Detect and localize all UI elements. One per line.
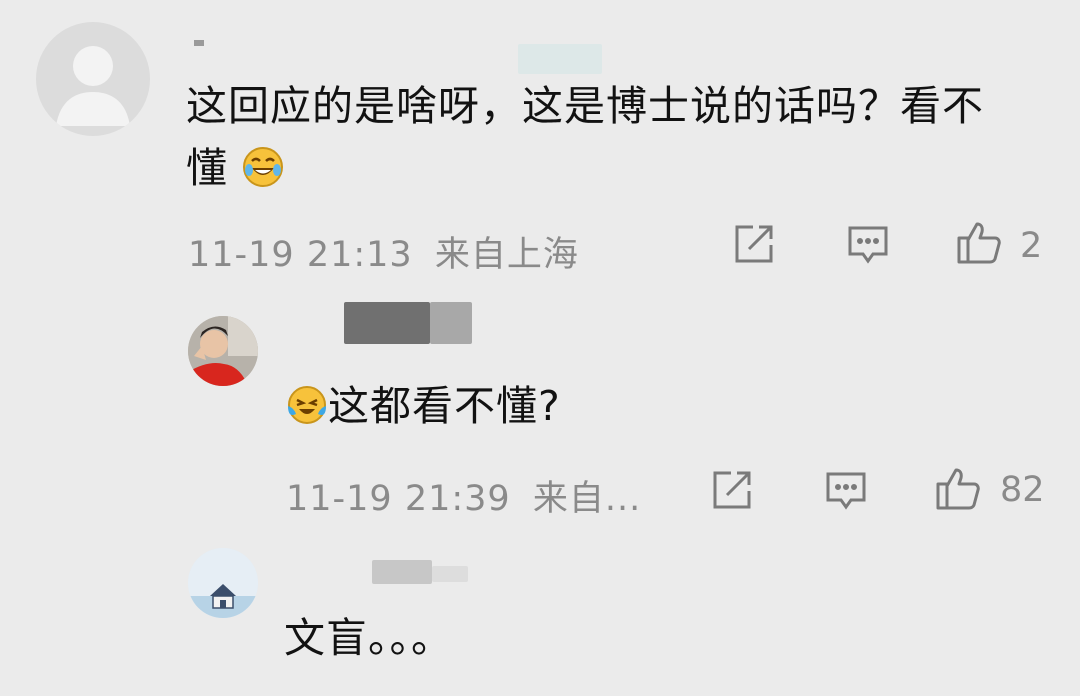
comment-icon[interactable]: [844, 220, 892, 268]
avatar-default[interactable]: [36, 22, 150, 136]
reply-text-content: 这都看不懂?: [328, 382, 561, 430]
username-mask: [372, 560, 432, 584]
username-mask: [518, 44, 602, 74]
location: 来自...: [532, 479, 642, 519]
username-fragment: [194, 40, 204, 46]
thumbs-up-icon[interactable]: [934, 464, 982, 512]
reply-meta: 11-19 21:39 来自...: [286, 470, 641, 521]
username-mask: [344, 302, 430, 344]
share-icon[interactable]: [730, 220, 778, 268]
comment-meta: 11-19 21:13 来自上海: [188, 226, 579, 277]
crying-laughing-icon: [286, 382, 328, 424]
comment-text-line2: 懂: [186, 138, 284, 198]
avatar-house[interactable]: [188, 548, 258, 618]
timestamp: 11-19 21:13: [188, 235, 413, 275]
location: 来自上海: [434, 235, 579, 275]
laughing-tears-icon: [242, 144, 284, 187]
like-count: 2: [1020, 226, 1043, 266]
avatar-user[interactable]: [188, 316, 258, 386]
share-icon[interactable]: [708, 466, 756, 514]
reply-text: 文盲。。。: [284, 614, 453, 662]
comment-icon[interactable]: [822, 466, 870, 514]
reply-text: 这都看不懂?: [286, 376, 561, 436]
comment-text-line1: 这回应的是啥呀，这是博士说的话吗？看不: [186, 82, 984, 130]
comment-text-fragment: 懂: [186, 144, 228, 192]
thumbs-up-icon[interactable]: [955, 218, 1003, 266]
timestamp: 11-19 21:39: [286, 479, 511, 519]
like-count: 82: [1000, 470, 1045, 510]
username-mask-light: [430, 302, 472, 344]
username-mask-light: [432, 566, 468, 582]
